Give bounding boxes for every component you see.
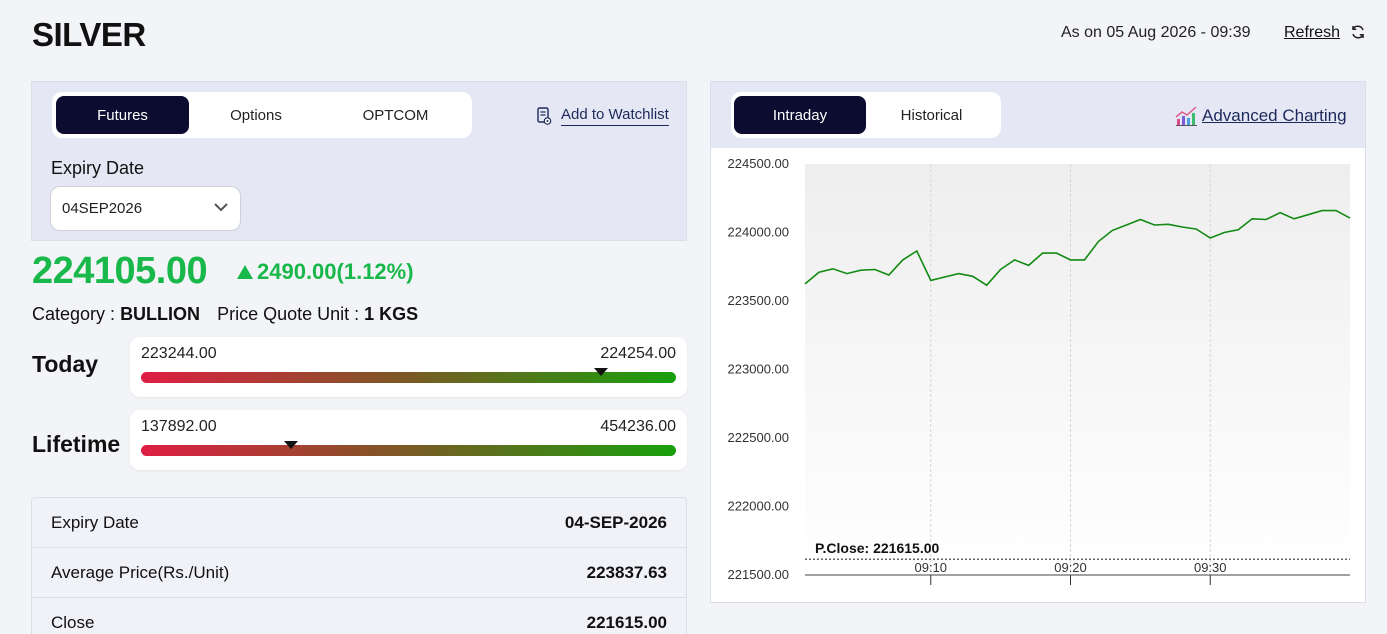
chart-icon	[1175, 106, 1197, 126]
y-tick-label: 221500.00	[728, 567, 789, 582]
category-value: BULLION	[120, 304, 201, 324]
row-label: Average Price(Rs./Unit)	[51, 562, 230, 582]
contract-info: Category : BULLION Price Quote Unit : 1 …	[32, 304, 418, 325]
expiry-date-label: Expiry Date	[51, 158, 145, 178]
page-title: SILVER	[32, 16, 146, 53]
advanced-charting-link[interactable]: Advanced Charting	[1175, 106, 1347, 126]
x-tick-label: 09:20	[1054, 560, 1087, 575]
category-label: Category :	[32, 304, 116, 324]
tab-intraday[interactable]: Intraday	[734, 96, 866, 134]
expiry-date-select[interactable]: 04SEP2026	[50, 186, 241, 231]
watchlist-label: Add to Watchlist	[561, 106, 669, 126]
today-label: Today	[32, 351, 99, 377]
table-row: Close 221615.00	[32, 598, 686, 634]
tab-optcom[interactable]: OPTCOM	[323, 96, 468, 134]
x-tick-label: 09:30	[1194, 560, 1227, 575]
price-change-value: 2490.00(1.12%)	[257, 259, 414, 284]
y-tick-label: 222000.00	[728, 499, 789, 514]
chevron-down-icon	[214, 203, 228, 212]
table-row: Expiry Date 04-SEP-2026	[32, 498, 686, 548]
watchlist-icon	[537, 106, 552, 125]
unit-label: Price Quote Unit :	[217, 304, 360, 324]
chart-panel: Intraday Historical Advanced Charting 22…	[710, 81, 1366, 603]
tab-futures[interactable]: Futures	[56, 96, 189, 134]
today-range: 223244.00 224254.00	[130, 337, 687, 397]
intraday-chart: 224500.00 224000.00 223500.00 223000.00 2225…	[728, 156, 1351, 585]
y-tick-label: 223500.00	[728, 293, 789, 308]
y-tick-label: 224000.00	[728, 225, 789, 240]
chart-header: Intraday Historical Advanced Charting	[711, 82, 1365, 148]
y-tick-label: 222500.00	[728, 430, 789, 445]
lifetime-high: 454236.00	[600, 418, 676, 435]
row-label: Expiry Date	[51, 512, 139, 532]
row-value: 04-SEP-2026	[564, 512, 667, 532]
lifetime-label: Lifetime	[32, 431, 121, 457]
lifetime-marker	[283, 441, 298, 449]
x-tick-label: 09:10	[914, 560, 947, 575]
row-value: 221615.00	[586, 612, 667, 632]
refresh-icon[interactable]	[1350, 24, 1366, 40]
instrument-tabs: Futures Options OPTCOM	[52, 92, 472, 138]
arrow-up-icon	[237, 265, 253, 279]
lifetime-low: 137892.00	[141, 418, 217, 435]
tab-options[interactable]: Options	[189, 96, 323, 134]
today-low: 223244.00	[141, 345, 217, 362]
contract-selector-panel: Futures Options OPTCOM Add to Watchlist …	[31, 81, 687, 241]
previous-close-label: P.Close: 221615.00	[815, 540, 939, 556]
chart-tabs: Intraday Historical	[731, 92, 1001, 138]
today-marker	[594, 368, 609, 376]
price-change: 2490.00(1.12%)	[237, 259, 414, 285]
last-price: 224105.00	[32, 250, 208, 292]
y-tick-label: 223000.00	[728, 362, 789, 377]
add-to-watchlist-button[interactable]: Add to Watchlist	[536, 106, 669, 126]
tab-historical[interactable]: Historical	[866, 96, 997, 134]
refresh-button[interactable]: Refresh	[1284, 24, 1340, 42]
expiry-date-value: 04SEP2026	[62, 200, 143, 217]
contract-details-table: Expiry Date 04-SEP-2026 Average Price(Rs…	[31, 497, 687, 634]
lifetime-range: 137892.00 454236.00	[130, 410, 687, 470]
lifetime-range-bar	[141, 445, 676, 456]
advanced-charting-label: Advanced Charting	[1202, 106, 1347, 125]
row-value: 223837.63	[586, 562, 667, 582]
y-tick-label: 224500.00	[728, 156, 789, 171]
plot-area	[805, 164, 1350, 575]
unit-value: 1 KGS	[364, 304, 419, 324]
table-row: Average Price(Rs./Unit) 223837.63	[32, 548, 686, 598]
as-on-timestamp: As on 05 Aug 2026 - 09:39	[1061, 24, 1251, 41]
row-label: Close	[51, 612, 95, 632]
today-high: 224254.00	[600, 345, 676, 362]
